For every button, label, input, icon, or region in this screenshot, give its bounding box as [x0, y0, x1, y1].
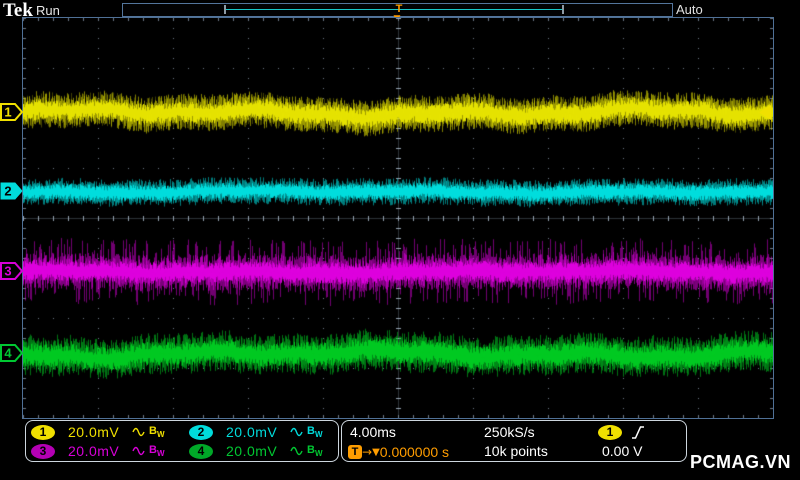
channel-2-position-marker[interactable]: 2	[0, 182, 23, 200]
channel-3-coupling: BW	[132, 444, 165, 458]
trigger-t-icon: T	[348, 445, 362, 459]
trigger-mode-label: Auto	[676, 2, 703, 17]
watermark: PCMAG.VN	[689, 452, 791, 472]
horizontal-scale: 4.00ms	[350, 424, 396, 440]
rising-edge-slope-icon	[632, 426, 644, 439]
bandwidth-limit-icon: BW	[149, 424, 165, 440]
arrow-right-icon: →	[362, 445, 373, 459]
channel-4-coupling: BW	[290, 444, 323, 458]
channel-1-position-marker[interactable]: 1	[0, 103, 23, 121]
trigger-level-arrow[interactable]	[757, 104, 773, 121]
channel-2-scale: 20.0mV	[226, 424, 278, 440]
trigger-level-value: 0.00 V	[602, 443, 643, 459]
record-window-right-bracket	[562, 5, 564, 14]
horizontal-trigger-readout-box[interactable]: 4.00ms 250kS/s 1 T → ▼ 0.000000 s 10k point…	[341, 420, 687, 462]
bandwidth-limit-icon: BW	[149, 443, 165, 459]
channel-1-readout[interactable]: 1 20.0mV BW	[31, 422, 165, 442]
channel-readout-box[interactable]: 1 20.0mV BW 2 20.0mV BW 3 20.0mV BW 4 20…	[25, 420, 339, 462]
channel-1-scale: 20.0mV	[68, 424, 120, 440]
channel-4-readout[interactable]: 4 20.0mV BW	[189, 441, 323, 461]
channel-4-marker-label: 4	[4, 346, 12, 361]
waveform-display-area[interactable]	[22, 17, 774, 419]
channel-3-badge: 3	[31, 443, 55, 459]
channel-2-coupling: BW	[290, 425, 323, 439]
bandwidth-limit-icon: BW	[307, 424, 323, 440]
channel-2-badge: 2	[189, 424, 213, 440]
waveform-canvas	[23, 18, 773, 418]
channel-3-marker-label: 3	[4, 264, 11, 279]
channel-1-coupling: BW	[132, 425, 165, 439]
bandwidth-limit-icon: BW	[307, 443, 323, 459]
channel-1-badge: 1	[31, 424, 55, 440]
channel-1-marker-label: 1	[4, 105, 11, 120]
channel-3-position-marker[interactable]: 3	[0, 262, 23, 280]
sine-wave-icon	[132, 427, 145, 437]
channel-4-position-marker[interactable]: 4	[0, 344, 23, 362]
record-window-left-bracket	[224, 5, 226, 14]
channel-4-scale: 20.0mV	[226, 443, 278, 459]
channel-4-badge: 4	[189, 443, 213, 459]
channel-2-readout[interactable]: 2 20.0mV BW	[189, 422, 323, 442]
channel-3-scale: 20.0mV	[68, 443, 120, 459]
record-length: 10k points	[484, 443, 548, 459]
trigger-position-value: 0.000000 s	[379, 444, 450, 460]
trigger-position-readout: T → ▼ 0.000000 s	[348, 443, 449, 461]
acquisition-status: Run	[36, 3, 60, 18]
trigger-source-badge: 1	[598, 425, 622, 440]
triangle-down-icon: ▼	[372, 446, 380, 458]
sample-rate: 250kS/s	[484, 424, 535, 440]
channel-3-readout[interactable]: 3 20.0mV BW	[31, 441, 165, 461]
sine-wave-icon	[132, 446, 145, 456]
sine-wave-icon	[290, 427, 303, 437]
sine-wave-icon	[290, 446, 303, 456]
channel-2-marker-label: 2	[4, 184, 11, 199]
